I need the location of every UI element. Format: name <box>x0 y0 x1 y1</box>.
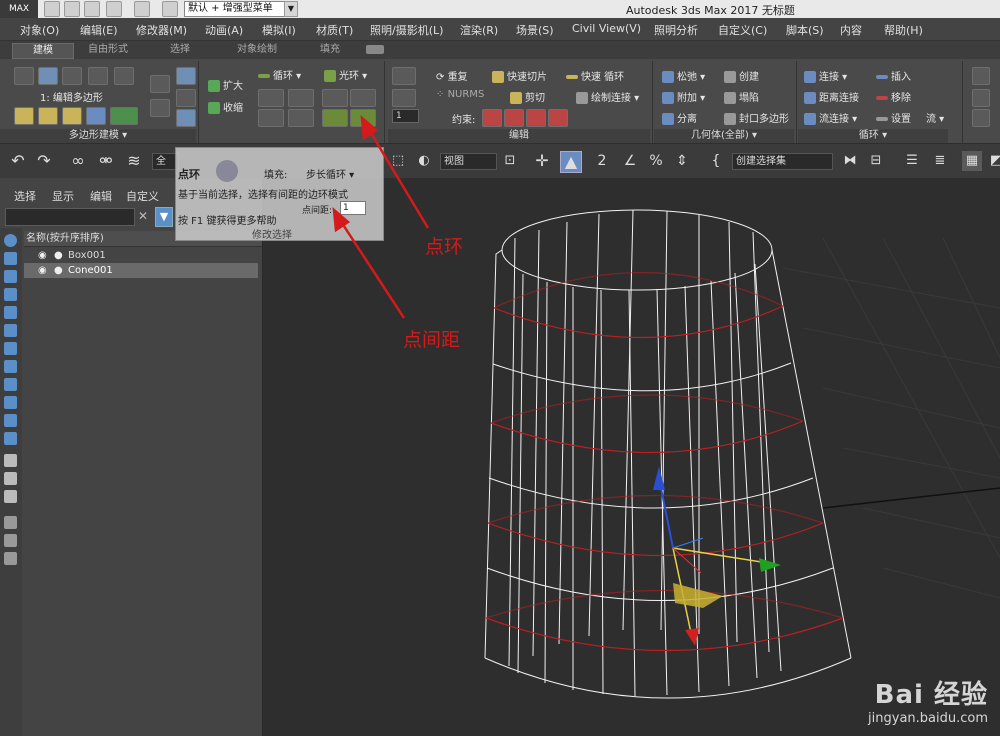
watermark-logo: Bai 经验 <box>874 680 988 710</box>
annotation-arrows <box>332 115 430 319</box>
watermark-url: jingyan.baidu.com <box>868 711 988 726</box>
annotation-dot-ring: 点环 <box>425 236 464 258</box>
baidu-watermark: Bai 经验 jingyan.baidu.com <box>868 674 988 726</box>
annotation-dot-gap: 点间距 <box>403 329 461 351</box>
